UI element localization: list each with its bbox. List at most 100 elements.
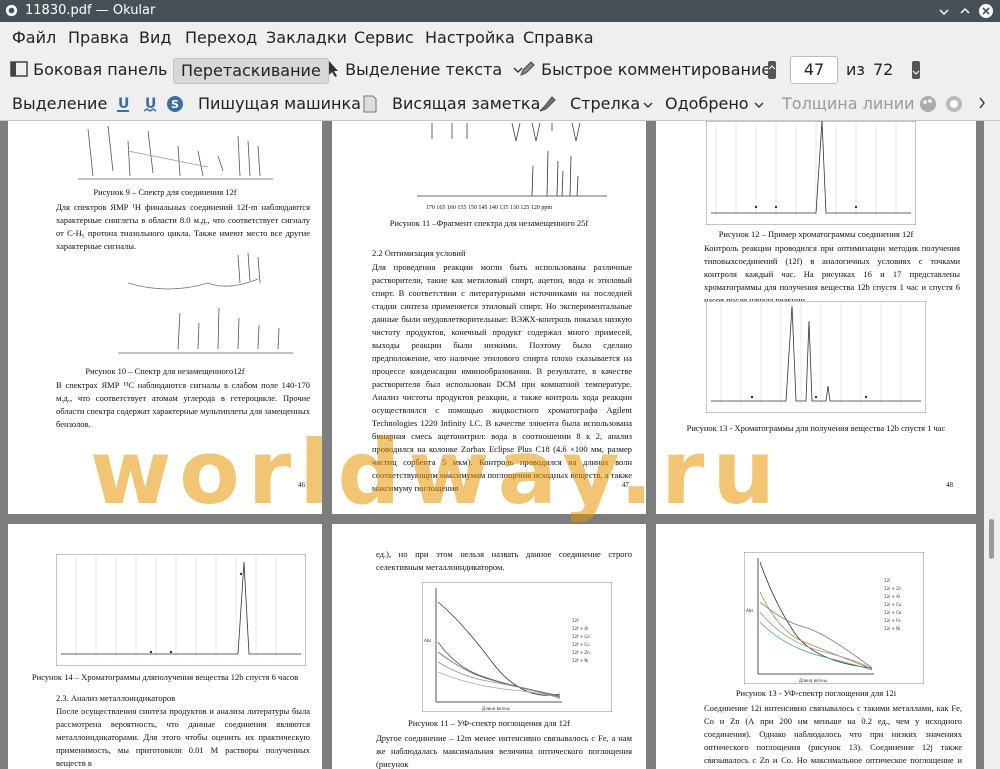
menu-go[interactable]: Переход xyxy=(185,28,257,47)
document-viewport[interactable]: Рисунок 9 – Спектр для соединения 12f Дл… xyxy=(0,121,984,769)
page-50: ед.), но при этом нельзя назвать данное … xyxy=(332,524,646,769)
typewriter-tool[interactable]: Пишущая машинка xyxy=(198,92,361,116)
annotation-toolbar: Выделение U U S Пишущая машинка Висящая … xyxy=(0,88,1000,121)
uv13-legend-2: 12i + Zn xyxy=(884,586,902,591)
figure-13-caption: Рисунок 13 - Хроматограммы для получения… xyxy=(686,423,946,433)
window-title: 11830.pdf — Okular xyxy=(25,3,156,18)
uv13-legend-1: 12i xyxy=(884,578,890,583)
chromatogram-figure-13 xyxy=(706,301,926,413)
uv11-legend-5: 12f + Zn xyxy=(572,650,590,655)
stamp-chevron-down-icon[interactable] xyxy=(754,100,764,110)
page-of-label: из xyxy=(846,60,865,79)
maximize-icon[interactable] xyxy=(957,3,973,19)
page-48: Рисунок 12 – Пример хроматограммы соедин… xyxy=(656,121,976,514)
menu-view[interactable]: Вид xyxy=(139,28,171,47)
page-46-paragraph-2: В спектрах ЯМР ¹³C наблюдаются сигналы в… xyxy=(56,380,310,429)
close-icon[interactable] xyxy=(978,3,994,19)
cursor-arrow-icon xyxy=(329,61,338,77)
uv11-xlabel: Длина волны xyxy=(482,706,510,711)
vertical-scrollbar[interactable] xyxy=(984,121,1000,769)
next-page-icon[interactable] xyxy=(910,60,922,80)
highlight-tool[interactable]: Выделение xyxy=(12,92,107,116)
uv11-ylabel: Abs xyxy=(424,638,431,643)
page-50-top-text: ед.), но при этом нельзя назвать данное … xyxy=(376,549,632,572)
figure-14-caption: Рисунок 14 – Хроматограммы дляполучения … xyxy=(31,672,299,682)
arrow-tool[interactable]: Стрелка xyxy=(570,92,640,116)
arrow-pen-icon[interactable] xyxy=(538,95,556,113)
quick-annotation-button[interactable]: Быстрое комментирование xyxy=(518,58,771,82)
opacity-icon[interactable] xyxy=(944,94,964,114)
section-2-2-heading: 2.2 Оптимизация условий xyxy=(372,248,466,258)
svg-text:U: U xyxy=(118,96,129,112)
page-48-paragraph: Контроль реакции проводился при оптимиза… xyxy=(704,243,960,305)
page-number-47: 47 xyxy=(622,481,629,489)
nmr-spectrum-figure-10 xyxy=(118,253,293,354)
page-46-paragraph-1: Для спектров ЯМР ¹H финальных соединений… xyxy=(56,202,310,251)
squiggly-underline-icon[interactable]: U xyxy=(141,94,159,114)
uv13-xlabel: Длина волны xyxy=(799,678,827,683)
uv13-legend-6: 12i + Fe xyxy=(884,618,901,623)
popup-note-tool[interactable]: Висящая заметка xyxy=(392,92,540,116)
uv13-legend-4: 12i + Cu xyxy=(884,602,902,607)
line-width-tool: Толщина линии xyxy=(782,94,915,113)
section-2-3-heading: 2.3. Анализ металлоиндикаторов xyxy=(56,693,176,703)
chromatogram-figure-14 xyxy=(56,554,306,666)
arrow-chevron-down-icon[interactable] xyxy=(643,100,653,110)
svg-text:S: S xyxy=(171,98,179,111)
uv13-legend-3: 12i + Al xyxy=(884,594,900,599)
more-icon[interactable] xyxy=(978,96,986,110)
color-icon[interactable] xyxy=(918,94,938,114)
chromatogram-figure-12 xyxy=(706,121,916,225)
page-number-48: 48 xyxy=(946,481,953,489)
text-select-tool-button[interactable]: Выделение текста xyxy=(328,58,523,82)
uv-spectrum-figure-11: 12f 12f + Al 12f + Co 12f + Cu 12f + Zn … xyxy=(422,582,612,712)
uv11-legend-4: 12f + Cu xyxy=(572,642,590,647)
uv13-legend-5: 12i + Co xyxy=(884,610,902,615)
menu-help[interactable]: Справка xyxy=(523,28,594,47)
title-bar: 11830.pdf — Okular xyxy=(0,0,1000,22)
page-49: Рисунок 14 – Хроматограммы дляполучения … xyxy=(8,524,322,769)
page-51-paragraph: Соединение 12i интенсивно связывалось с … xyxy=(704,703,962,769)
stamp-tool[interactable]: Одобрено xyxy=(665,92,749,116)
page-49-paragraph: После осуществления синтеза продуктов и … xyxy=(56,706,310,768)
sidebar-label: Боковая панель xyxy=(33,60,168,79)
menu-settings[interactable]: Настройка xyxy=(425,28,515,47)
note-icon[interactable] xyxy=(362,95,378,113)
uv11-legend-2: 12f + Al xyxy=(572,626,588,631)
page-51: 12i 12i + Zn 12i + Al 12i + Cu 12i + Co … xyxy=(656,524,976,769)
quick-annotation-label: Быстрое комментирование xyxy=(541,60,772,79)
sidebar-icon xyxy=(10,61,28,77)
uv13-ylabel: Abs xyxy=(746,608,753,613)
uv-figure-11-caption: Рисунок 11 – УФ-спектр поглощения для 12… xyxy=(408,718,570,728)
page-47: 170 165 160 155 150 145 140 135 130 125 … xyxy=(332,121,646,514)
nmr-spectrum-figure-11 xyxy=(417,122,607,197)
minimize-icon[interactable] xyxy=(936,3,952,19)
sidebar-button[interactable]: Боковая панель xyxy=(10,58,167,82)
menu-tools[interactable]: Сервис xyxy=(354,28,414,47)
menu-edit[interactable]: Правка xyxy=(68,28,129,47)
uv11-legend-3: 12f + Co xyxy=(572,634,590,639)
scrollbar-thumb[interactable] xyxy=(989,519,994,559)
page-46: Рисунок 9 – Спектр для соединения 12f Дл… xyxy=(8,121,322,514)
uv-spectrum-figure-13: 12i 12i + Zn 12i + Al 12i + Cu 12i + Co … xyxy=(744,552,924,684)
pen-icon xyxy=(520,61,535,76)
figure-12-caption: Рисунок 12 – Пример хроматограммы соедин… xyxy=(718,229,914,239)
figure-11-caption: Рисунок 11 –Фрагмент спектра для незамещ… xyxy=(389,218,589,228)
underline-icon[interactable]: U xyxy=(114,94,132,114)
figure-10-caption: Рисунок 10 – Спектр для незамещенного12f xyxy=(85,366,245,376)
uv11-legend-1: 12f xyxy=(572,618,579,623)
previous-page-icon[interactable] xyxy=(766,60,778,80)
uv11-legend-6: 12f + Ni xyxy=(572,658,589,663)
menu-bar: Файл Правка Вид Переход Закладки Сервис … xyxy=(0,22,1000,52)
nmr-spectrum-figure-9 xyxy=(78,125,273,180)
strikethrough-icon[interactable]: S xyxy=(166,94,184,114)
browse-tool-label: Перетаскивание xyxy=(181,61,321,80)
menu-file[interactable]: Файл xyxy=(12,28,56,47)
figure-9-caption: Рисунок 9 – Спектр для соединения 12f xyxy=(93,187,237,197)
page-number-46: 46 xyxy=(298,481,305,489)
menu-bookmarks[interactable]: Закладки xyxy=(266,28,347,47)
browse-tool-button[interactable]: Перетаскивание xyxy=(173,58,329,84)
main-toolbar: Боковая панель Перетаскивание Выделение … xyxy=(0,52,1000,88)
figure-11-axis-ticks: 170 165 160 155 150 145 140 135 130 125 … xyxy=(425,205,553,211)
page-number-input[interactable]: 47 xyxy=(790,56,838,84)
